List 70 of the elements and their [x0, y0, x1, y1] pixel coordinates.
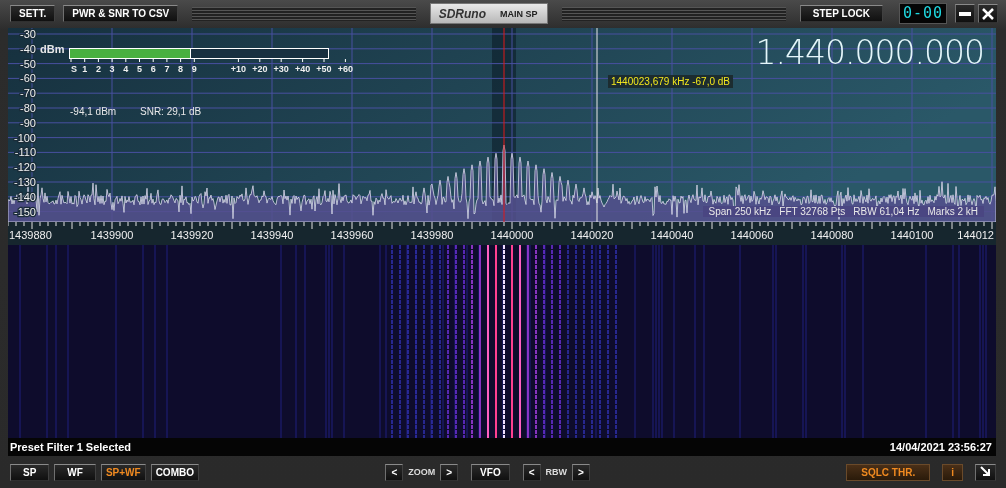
- spectrum-info-text: Span 250 kHz: [707, 205, 773, 217]
- s-meter-scale-label: +10: [230, 63, 247, 74]
- y-axis-label: -50: [20, 57, 36, 70]
- view-tab[interactable]: COMBO: [150, 463, 199, 481]
- frequency-display: 1.440.000.000: [755, 33, 984, 72]
- x-axis-label: 1439940: [250, 228, 294, 241]
- squelch-threshold-button[interactable]: SQLC THR.: [846, 463, 931, 481]
- s-meter-scale-label: +30: [273, 63, 289, 74]
- s-meter-scale-label: 8: [178, 63, 184, 74]
- power-reading: -94,1 dBm: [70, 105, 117, 117]
- step-lock-button[interactable]: STEP LOCK: [799, 5, 883, 23]
- s-meter-scale-label: 4: [123, 63, 129, 74]
- y-axis-label: -80: [20, 101, 36, 114]
- y-axis-label: -40: [20, 42, 36, 55]
- s-meter-scale-label: 3: [109, 63, 115, 74]
- digital-counter: 0-00: [898, 3, 947, 25]
- x-axis-label: 1440040: [650, 228, 694, 241]
- s-meter-scale-label: +50: [316, 63, 332, 74]
- s-meter-scale-label: 9: [191, 63, 197, 74]
- view-tab[interactable]: WF: [54, 463, 96, 481]
- x-axis-label: 1439960: [330, 228, 374, 241]
- y-axis-label: -120: [13, 160, 36, 173]
- unit-label: dBm: [40, 42, 65, 55]
- x-axis-label: 1439880: [9, 228, 52, 241]
- y-axis-label: -90: [20, 116, 36, 129]
- x-axis-label: 1440020: [570, 228, 614, 241]
- spectrum-info-text: FFT 32768 Pts: [778, 205, 847, 217]
- export-csv-button[interactable]: PWR & SNR TO CSV: [63, 5, 179, 23]
- x-axis-label: 144012: [957, 228, 994, 241]
- x-axis-label: 1439980: [410, 228, 454, 241]
- s-meter-scale-label: S: [71, 63, 77, 74]
- s-meter-scale-label: 5: [137, 63, 142, 74]
- s-meter-scale-label: 6: [150, 63, 156, 74]
- control-label: RBW: [545, 467, 567, 478]
- control-button[interactable]: <: [385, 463, 404, 481]
- y-axis-label: -110: [14, 146, 36, 159]
- x-axis-label: 1439900: [90, 228, 134, 241]
- settings-button[interactable]: SETT.: [10, 5, 56, 23]
- s-meter-scale-label: +40: [294, 63, 311, 74]
- control-button[interactable]: VFO: [471, 463, 510, 481]
- x-axis-label: 1440060: [730, 228, 774, 241]
- s-meter-scale-label: +60: [337, 63, 354, 74]
- s-meter-scale-label: 7: [164, 63, 170, 74]
- control-label: ZOOM: [408, 467, 436, 478]
- x-axis-label: 1439920: [170, 228, 214, 241]
- control-button[interactable]: >: [440, 463, 459, 481]
- status-message: Preset Filter 1 Selected: [10, 441, 132, 453]
- status-datetime: 14/04/2021 23:56:27: [889, 441, 992, 453]
- view-tab[interactable]: SP: [10, 463, 50, 481]
- window-title: MAIN SP: [499, 8, 538, 19]
- y-axis-label: -60: [20, 72, 36, 85]
- y-axis-label: -70: [20, 86, 36, 99]
- s-meter-scale-label: 2: [95, 63, 101, 74]
- y-axis-label: -100: [13, 131, 36, 144]
- x-axis-label: 1440000: [490, 228, 534, 241]
- y-axis-label: -30: [20, 27, 36, 40]
- spectrum-info-text: RBW 61,04 Hz: [852, 205, 921, 217]
- y-axis-label: -150: [13, 205, 36, 218]
- control-button[interactable]: <: [522, 463, 541, 481]
- spectrum-info-text: Marks 2 kH: [926, 205, 979, 217]
- info-button[interactable]: i: [942, 463, 963, 481]
- y-axis-label: -130: [13, 175, 36, 188]
- control-button[interactable]: >: [572, 463, 590, 481]
- x-axis-label: 1440080: [810, 228, 854, 241]
- view-tab[interactable]: SP+WF: [100, 463, 146, 481]
- app-logo: SDRuno: [438, 6, 486, 21]
- x-axis-label: 1440100: [890, 228, 934, 241]
- s-meter-scale-label: 1: [82, 63, 88, 74]
- s-meter-scale-label: +20: [252, 63, 268, 74]
- snr-reading: SNR: 29,1 dB: [140, 105, 202, 117]
